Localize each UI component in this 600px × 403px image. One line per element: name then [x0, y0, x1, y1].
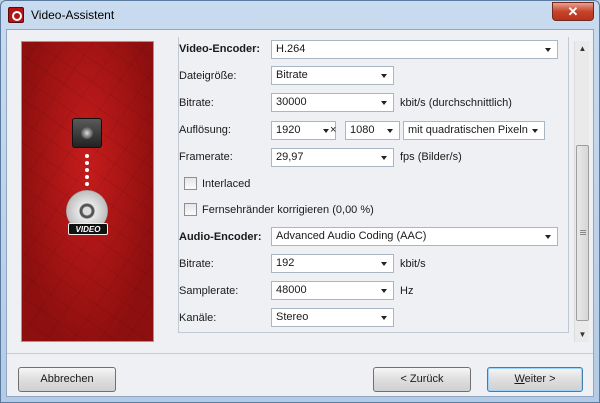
- samplerate-value: 48000: [276, 284, 307, 296]
- filesize-label: Dateigröße:: [179, 70, 237, 82]
- filesize-value: Bitrate: [276, 69, 308, 81]
- framerate-unit: fps (Bilder/s): [400, 151, 462, 163]
- app-logo-icon: [8, 7, 24, 23]
- video-encoder-select[interactable]: H.264: [271, 40, 558, 59]
- chevron-down-icon: [381, 316, 387, 320]
- video-encoder-value: H.264: [276, 43, 306, 55]
- audio-encoder-select[interactable]: Advanced Audio Coding (AAC): [271, 227, 558, 246]
- resolution-label: Auflösung:: [179, 124, 231, 136]
- audio-encoder-value: Advanced Audio Coding (AAC): [276, 230, 427, 242]
- scroll-thumb[interactable]: [576, 145, 589, 321]
- cancel-button[interactable]: Abbrechen: [18, 367, 116, 392]
- resolution-height-select[interactable]: 1080: [345, 121, 400, 140]
- wizard-side-image: VIDEO: [21, 41, 154, 342]
- channels-value: Stereo: [276, 311, 309, 323]
- audio-bitrate-value: 192: [276, 257, 295, 269]
- settings-scrollbar[interactable]: ▲ ▼: [574, 41, 589, 342]
- dialog-client-area: VIDEO Video-Encoder: H.264 Dateigröße: B…: [6, 29, 594, 397]
- close-button[interactable]: ✕: [552, 2, 594, 21]
- channels-select[interactable]: Stereo: [271, 308, 394, 327]
- title-bar[interactable]: Video-Assistent ✕: [1, 1, 599, 29]
- filesize-select[interactable]: Bitrate: [271, 66, 394, 85]
- chevron-down-icon: [545, 48, 551, 52]
- samplerate-select[interactable]: 48000: [271, 281, 394, 300]
- back-button[interactable]: < Zurück: [373, 367, 471, 392]
- video-bitrate-value: 30000: [276, 96, 307, 108]
- chevron-down-icon: [381, 74, 387, 78]
- audio-encoder-label: Audio-Encoder:: [179, 231, 262, 243]
- framerate-select[interactable]: 29,97: [271, 148, 394, 167]
- pixel-aspect-select[interactable]: mit quadratischen Pixeln: [403, 121, 545, 140]
- chevron-down-icon: [532, 129, 538, 133]
- framerate-value: 29,97: [276, 151, 304, 163]
- audio-bitrate-select[interactable]: 192: [271, 254, 394, 273]
- audio-bitrate-unit: kbit/s: [400, 258, 426, 270]
- chevron-down-icon: [381, 101, 387, 105]
- video-encoder-label: Video-Encoder:: [179, 43, 261, 55]
- next-button[interactable]: Weiter >: [487, 367, 583, 392]
- interlaced-checkbox[interactable]: [184, 177, 197, 190]
- tv-border-checkbox[interactable]: [184, 203, 197, 216]
- chevron-down-icon: [387, 129, 393, 133]
- chevron-down-icon: [545, 235, 551, 239]
- window-title: Video-Assistent: [31, 8, 115, 22]
- video-badge: VIDEO: [68, 223, 108, 235]
- scroll-down-icon[interactable]: ▼: [575, 327, 590, 342]
- video-bitrate-select[interactable]: 30000: [271, 93, 394, 112]
- resolution-width-value: 1920: [276, 124, 301, 136]
- resolution-height-value: 1080: [350, 124, 375, 136]
- samplerate-unit: Hz: [400, 285, 414, 297]
- scroll-up-icon[interactable]: ▲: [575, 41, 590, 56]
- video-assistant-window: Video-Assistent ✕ VIDEO Video-Encoder: H…: [0, 0, 600, 403]
- camera-icon: [72, 118, 102, 148]
- interlaced-label: Interlaced: [202, 178, 251, 190]
- resolution-times-sign: ×: [330, 124, 337, 136]
- samplerate-label: Samplerate:: [179, 285, 239, 297]
- chevron-down-icon: [381, 262, 387, 266]
- audio-bitrate-label: Bitrate:: [179, 258, 214, 270]
- resolution-width-select[interactable]: 1920: [271, 121, 336, 140]
- next-mnemonic: W: [514, 373, 525, 385]
- video-bitrate-label: Bitrate:: [179, 97, 214, 109]
- connector-dots: [85, 154, 89, 189]
- video-bitrate-unit: kbit/s (durchschnittlich): [400, 97, 512, 109]
- channels-label: Kanäle:: [179, 312, 217, 324]
- next-label: eiter >: [524, 373, 556, 385]
- chevron-down-icon: [381, 156, 387, 160]
- pixel-aspect-value: mit quadratischen Pixeln: [408, 124, 528, 136]
- chevron-down-icon: [323, 129, 329, 133]
- framerate-label: Framerate:: [179, 151, 233, 163]
- chevron-down-icon: [381, 289, 387, 293]
- button-separator: [7, 353, 593, 354]
- tv-border-label: Fernsehränder korrigieren (0,00 %): [202, 204, 374, 216]
